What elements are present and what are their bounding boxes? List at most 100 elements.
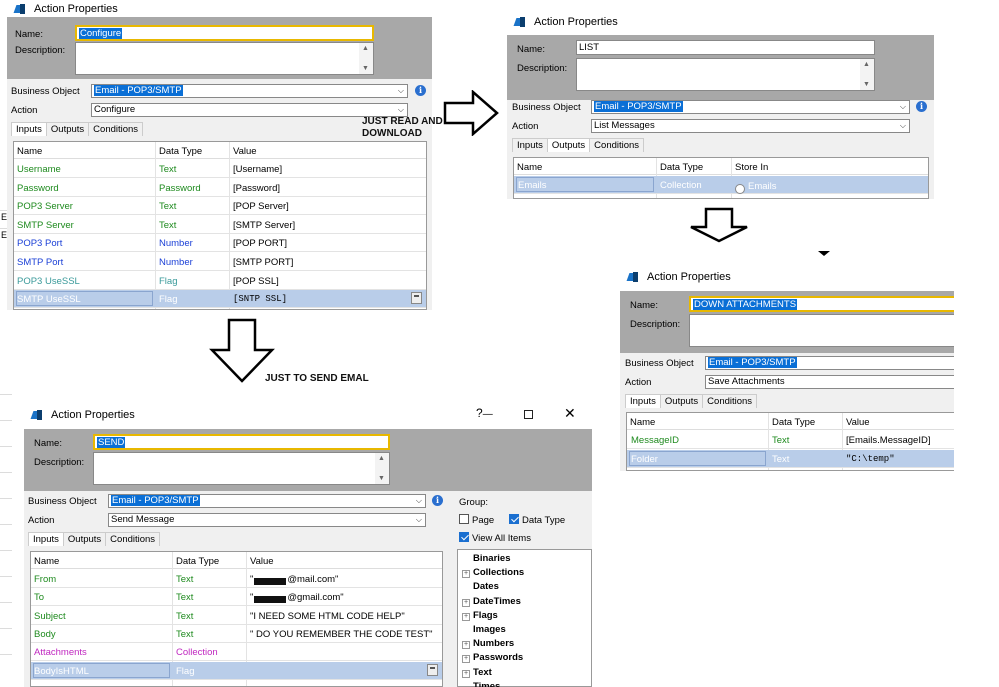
business-object-select[interactable]: Email - POP3/SMTP — [705, 356, 954, 370]
table-row[interactable]: Attachments Collection — [31, 643, 442, 662]
maximize-button[interactable] — [524, 410, 533, 419]
table-row[interactable]: Subject Text "I NEED SOME HTML CODE HELP" — [31, 607, 442, 625]
description-input[interactable] — [689, 314, 954, 347]
tab-outputs[interactable]: Outputs — [659, 394, 704, 408]
tab-strip: Inputs Outputs Conditions — [11, 122, 144, 136]
description-input[interactable]: ▲ ▼ — [576, 58, 875, 91]
action-select[interactable]: Save Attachments — [705, 375, 954, 389]
close-icon[interactable]: ✕ — [564, 406, 576, 420]
tree-item[interactable]: + Passwords — [462, 652, 523, 664]
tab-conditions[interactable]: Conditions — [589, 138, 645, 152]
tab-inputs[interactable]: Inputs — [11, 122, 47, 136]
tab-inputs[interactable]: Inputs — [625, 394, 661, 408]
sheet-gridline — [0, 210, 7, 211]
send-action-properties-window: Action Properties ?— ✕ Name: SEND Descri… — [24, 401, 592, 687]
business-object-select[interactable]: Email - POP3/SMTP ⌵ — [91, 84, 408, 98]
action-select[interactable]: Configure ⌵ — [91, 103, 408, 117]
table-row[interactable]: POP3 UseSSL Flag [POP SSL] — [14, 272, 426, 290]
table-row[interactable]: SMTP Server Text [SMTP Server] — [14, 216, 426, 234]
business-object-select[interactable]: Email - POP3/SMTP ⌵ — [591, 100, 910, 114]
tab-inputs[interactable]: Inputs — [28, 532, 64, 546]
tree-item[interactable]: Images — [462, 624, 506, 635]
business-object-select[interactable]: Email - POP3/SMTP ⌵ — [108, 494, 426, 508]
redacted-block — [254, 596, 287, 604]
description-scrollbar[interactable]: ▲ ▼ — [375, 453, 389, 484]
col-value: Value — [250, 556, 274, 567]
table-row[interactable]: SMTP Port Number [SMTP PORT] — [14, 253, 426, 271]
small-caret-icon — [818, 251, 830, 256]
description-input[interactable]: ▲ ▼ — [93, 452, 390, 485]
calculator-icon[interactable] — [427, 663, 438, 676]
name-label: Name: — [517, 44, 545, 55]
tab-outputs[interactable]: Outputs — [45, 122, 90, 136]
tab-inputs[interactable]: Inputs — [512, 138, 548, 152]
description-input[interactable]: ▲ ▼ — [75, 42, 374, 75]
info-icon[interactable]: i — [916, 101, 927, 112]
action-select[interactable]: List Messages ⌵ — [591, 119, 910, 133]
grid-header: Name Data Type Value — [627, 413, 954, 430]
tab-outputs[interactable]: Outputs — [62, 532, 107, 546]
tab-conditions[interactable]: Conditions — [105, 532, 161, 546]
table-row[interactable]: BodyIsHTML Flag — [31, 661, 442, 680]
tree-item[interactable]: + Text — [462, 667, 492, 678]
col-name: Name — [34, 556, 60, 567]
row-type: Text — [772, 435, 790, 446]
table-row[interactable]: Body Text " DO YOU REMEMBER THE CODE TEST" — [31, 625, 442, 643]
action-label: Action — [11, 105, 38, 116]
name-input[interactable]: LIST — [576, 40, 875, 55]
name-input[interactable]: SEND — [93, 434, 390, 450]
tab-conditions[interactable]: Conditions — [702, 394, 758, 408]
name-input[interactable]: DOWN ATTACHMENTS — [689, 296, 954, 312]
row-type: Text — [176, 628, 194, 640]
expand-icon[interactable]: + — [462, 669, 470, 678]
table-row[interactable]: Username Text [Username] — [14, 160, 426, 178]
sheet-gridline — [0, 472, 12, 473]
tree-item[interactable]: + Collections — [462, 567, 524, 579]
calculator-icon[interactable] — [411, 292, 422, 305]
table-row[interactable]: MessageID Text [Emails.MessageID] — [627, 431, 954, 449]
expand-icon[interactable]: + — [462, 612, 470, 621]
expand-icon[interactable]: + — [462, 655, 470, 664]
view-all-items-checkbox[interactable]: View All Items — [459, 532, 531, 544]
row-name: Subject — [34, 610, 66, 622]
col-data-type: Data Type — [176, 556, 220, 567]
data-type-checkbox[interactable]: Data Type — [509, 514, 565, 526]
tree-item[interactable]: Binaries — [462, 553, 511, 564]
row-name: POP3 UseSSL — [17, 275, 80, 287]
tree-item[interactable]: + DateTimes — [462, 596, 521, 607]
action-select[interactable]: Send Message ⌵ — [108, 513, 426, 527]
description-scrollbar[interactable]: ▲ ▼ — [359, 43, 373, 74]
row-value: " @gmail.com" — [250, 592, 344, 604]
table-row[interactable]: Folder Text "C:\temp" — [627, 450, 954, 468]
tab-outputs[interactable]: Outputs — [546, 138, 591, 152]
description-label: Description: — [630, 319, 681, 330]
tree-item[interactable]: Times — [462, 681, 500, 687]
tree-item[interactable]: Dates — [462, 581, 499, 592]
arrow-down-icon — [690, 207, 748, 243]
table-row[interactable]: Password Password [Password] — [14, 179, 426, 197]
table-row[interactable]: From Text " @mail.com" — [31, 570, 442, 588]
table-row[interactable]: POP3 Server Text [POP Server] — [14, 197, 426, 216]
row-type: Flag — [159, 294, 178, 306]
grid-header: Name Data Type Value — [31, 552, 442, 569]
tree-item[interactable]: + Numbers — [462, 638, 514, 650]
info-icon[interactable]: i — [432, 495, 443, 506]
description-scrollbar[interactable]: ▲ ▼ — [860, 59, 874, 90]
table-row[interactable]: To Text " @gmail.com" — [31, 588, 442, 607]
row-store-in: Emails — [735, 180, 777, 194]
tab-conditions[interactable]: Conditions — [88, 122, 144, 136]
help-button[interactable]: ?— — [476, 406, 493, 420]
store-in-icon — [735, 184, 745, 194]
expand-icon[interactable]: + — [462, 641, 470, 650]
row-name: Attachments — [34, 647, 87, 659]
tree-item[interactable]: + Flags — [462, 610, 498, 621]
table-row[interactable]: POP3 Port Number [POP PORT] — [14, 234, 426, 253]
table-row[interactable]: SMTP UseSSL Flag [SNTP SSL] — [14, 290, 426, 309]
name-input[interactable]: Configure — [75, 25, 374, 41]
expand-icon[interactable]: + — [462, 598, 470, 607]
page-checkbox[interactable]: Page — [459, 514, 494, 526]
expand-icon[interactable]: + — [462, 570, 470, 579]
info-icon[interactable]: i — [415, 85, 426, 96]
table-row[interactable]: Emails Collection Emails — [514, 176, 928, 194]
col-value: Value — [846, 417, 870, 428]
